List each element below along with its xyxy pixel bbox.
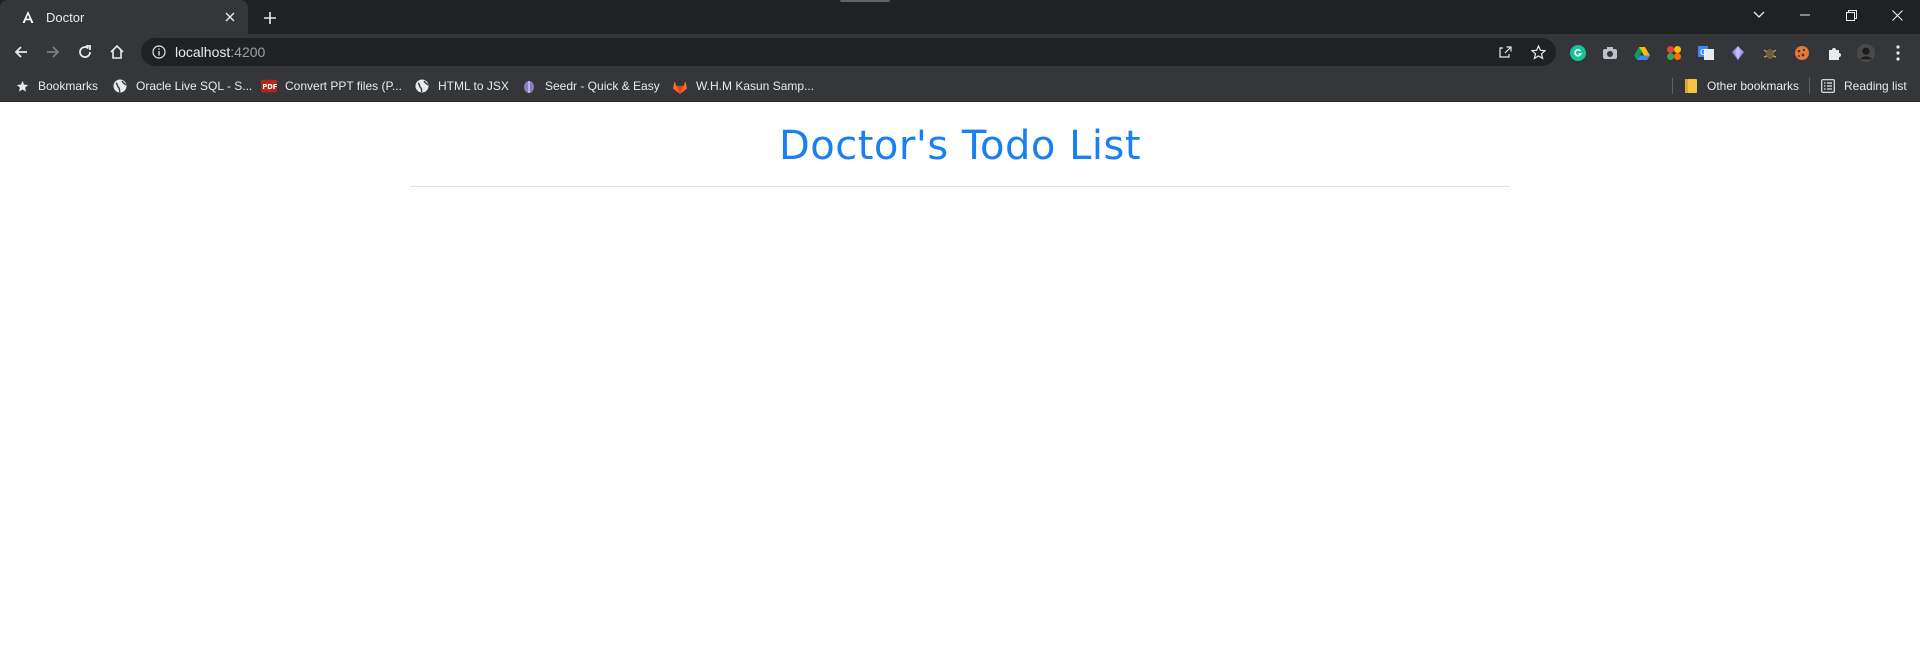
svg-text:G: G <box>1700 48 1706 57</box>
profile-avatar-icon[interactable] <box>1857 44 1875 62</box>
google-drive-icon[interactable] <box>1633 44 1651 62</box>
tab-title: Doctor <box>46 9 85 25</box>
reading-list-label: Reading list <box>1844 79 1907 93</box>
tabstrip-divider <box>840 0 890 2</box>
url-host: localhost <box>175 44 231 60</box>
bookmark-label: Convert PPT files (P... <box>285 79 402 93</box>
bookmark-item-convert-ppt[interactable]: PDF Convert PPT files (P... <box>261 70 402 102</box>
page-title: Doctor's Todo List <box>778 123 1142 169</box>
address-bar[interactable]: localhost:4200 <box>141 38 1556 66</box>
bookmark-item-bookmarks[interactable]: Bookmarks <box>14 70 98 102</box>
reading-list-icon <box>1820 78 1836 94</box>
tab-close-icon[interactable] <box>220 7 240 27</box>
tab-search-icon[interactable] <box>1736 0 1782 30</box>
crystal-icon[interactable] <box>1729 44 1747 62</box>
title-divider <box>410 186 1510 187</box>
back-icon[interactable] <box>7 38 35 66</box>
svg-text:PDF: PDF <box>262 83 277 91</box>
home-icon[interactable] <box>103 38 131 66</box>
multicolor-app-icon[interactable] <box>1665 44 1683 62</box>
minimize-icon[interactable] <box>1782 0 1828 30</box>
pdf-icon: PDF <box>261 78 277 94</box>
bookmark-label: HTML to JSX <box>438 79 509 93</box>
translate-icon[interactable]: G <box>1697 44 1715 62</box>
share-icon[interactable] <box>1497 44 1513 60</box>
star-icon <box>14 78 30 94</box>
bookmark-label: Oracle Live SQL - S... <box>136 79 253 93</box>
url-text[interactable]: localhost:4200 <box>175 44 265 60</box>
restore-icon[interactable] <box>1828 0 1874 30</box>
globe-icon <box>112 78 128 94</box>
bookmark-label: W.H.M Kasun Samp... <box>696 79 815 93</box>
reload-icon[interactable] <box>71 38 99 66</box>
seed-icon <box>521 78 537 94</box>
globe-icon <box>414 78 430 94</box>
menu-dots-icon[interactable] <box>1889 44 1907 62</box>
cookie-icon[interactable] <box>1793 44 1811 62</box>
browser-toolbar: localhost:4200 G <box>0 34 1920 70</box>
bookmark-item-seedr[interactable]: Seedr - Quick & Easy <box>521 70 660 102</box>
folder-icon <box>1683 78 1699 94</box>
star-bookmark-icon[interactable] <box>1530 44 1546 60</box>
plus-icon[interactable] <box>258 6 282 30</box>
reading-list-button[interactable]: Reading list <box>1820 70 1907 102</box>
bookmark-item-html-to-jsx[interactable]: HTML to JSX <box>414 70 509 102</box>
url-port: :4200 <box>230 44 266 60</box>
puzzle-icon[interactable] <box>1825 44 1843 62</box>
bookmark-item-oracle[interactable]: Oracle Live SQL - S... <box>112 70 252 102</box>
grammarly-icon[interactable] <box>1569 44 1587 62</box>
close-icon[interactable] <box>1874 0 1920 30</box>
bookmark-label: Bookmarks <box>38 79 99 93</box>
bookmarks-bar: Bookmarks Oracle Live SQL - S... PDF Con… <box>0 70 1920 102</box>
tab-strip: Doctor <box>0 0 1920 34</box>
info-icon[interactable] <box>151 44 167 60</box>
bug-icon[interactable] <box>1761 44 1779 62</box>
browser-tab[interactable]: Doctor <box>0 0 248 34</box>
angular-icon <box>20 9 36 25</box>
bookmark-label: Seedr - Quick & Easy <box>545 79 660 93</box>
forward-icon[interactable] <box>39 38 67 66</box>
camera-icon[interactable] <box>1601 44 1619 62</box>
bookmarks-separator <box>1809 78 1810 94</box>
bookmark-item-gitlab[interactable]: W.H.M Kasun Samp... <box>672 70 814 102</box>
bookmarks-separator <box>1672 78 1673 94</box>
gitlab-icon <box>672 78 688 94</box>
other-bookmarks-label: Other bookmarks <box>1707 79 1800 93</box>
other-bookmarks-folder[interactable]: Other bookmarks <box>1683 70 1799 102</box>
page-content: Doctor's Todo List <box>0 103 1920 653</box>
